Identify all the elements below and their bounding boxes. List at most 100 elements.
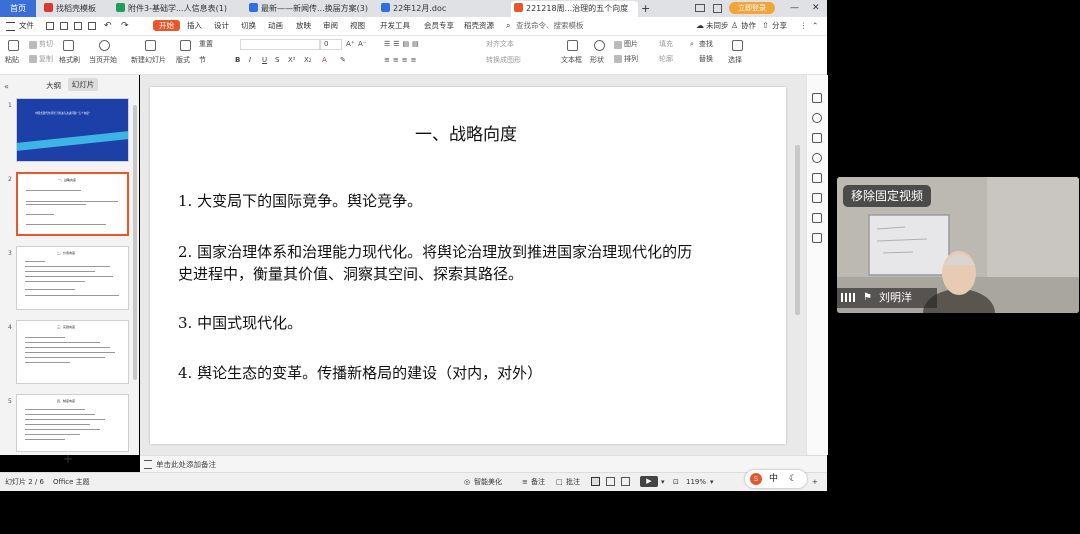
moon-icon[interactable]: ☾ [789,470,797,488]
slide-title[interactable]: 一、战略向度 [415,120,517,145]
ime-mode[interactable]: 中 [769,470,778,488]
thumbnail-scrollbar[interactable] [133,105,137,380]
canvas-scrollbar[interactable] [795,145,800,315]
hamburger-icon[interactable] [6,22,15,31]
new-slide-button[interactable]: 新建幻灯片 [131,56,166,65]
play-from-current-icon[interactable] [99,40,110,51]
new-slide-icon[interactable] [145,40,156,51]
more-icon[interactable]: ⋮ [800,17,808,35]
outline-button[interactable]: 轮廓 [659,55,673,64]
tab-word-dec[interactable]: 22年12月.doc [381,1,505,17]
layout-icon[interactable] [180,40,191,51]
notes-input[interactable]: 单击此处添加备注 [156,456,216,473]
sync-status[interactable]: 未同步 [706,17,729,35]
slide-page[interactable]: 一、战略向度 1. 大变局下的国际竞争。舆论竞争。 2. 国家治理体系和治理能力… [150,87,786,444]
open-folder-icon[interactable] [46,22,54,30]
collapse-panel-icon[interactable]: « [4,82,9,91]
format-painter-button[interactable]: 格式刷 [59,56,80,65]
menu-start[interactable]: 开始 [153,20,180,31]
home-tab[interactable]: 首页 [0,0,36,17]
login-button[interactable]: 立即登录 [729,2,775,14]
pin-icon[interactable]: ⚑ [863,288,872,308]
notes-toggle-button[interactable]: 备注 [531,473,545,491]
shape-button[interactable]: 形状 [590,56,604,65]
close-window-button[interactable]: ✕ [812,0,820,17]
shape-icon[interactable] [594,40,605,51]
menu-view[interactable]: 视图 [350,17,365,35]
print-icon[interactable] [74,22,82,30]
menu-insert[interactable]: 插入 [187,17,202,35]
new-tab-button[interactable]: + [641,1,650,17]
strikethrough-icon[interactable]: S [275,56,279,65]
textbox-button[interactable]: 文本框 [561,56,582,65]
add-slide-button[interactable]: + [63,453,73,465]
redo-icon[interactable]: ↷ [121,17,129,35]
tab-docer-templates[interactable]: 找稻壳模板 [44,1,106,17]
list-icons[interactable]: ☰☰▤▤ [384,40,422,49]
slide-thumbnail-5[interactable]: 四、制度向度 [16,394,129,452]
play-dropdown-icon[interactable]: ▾ [661,473,665,491]
grid-icon[interactable] [713,4,722,13]
slide-thumbnail-1[interactable]: 中国式现代化背景下推进与改进问题 "五个向度" [16,98,129,162]
minimize-button[interactable]: — [790,0,799,17]
textbox-icon[interactable] [567,40,578,51]
underline-icon[interactable]: U [262,56,267,65]
ai-icon[interactable] [812,193,822,203]
document-icon[interactable] [812,173,822,183]
font-name-dropdown[interactable] [240,39,320,50]
arrange-button[interactable]: 排列 [624,55,638,64]
menu-docer-resources[interactable]: 稻壳资源 [464,17,494,35]
select-icon[interactable] [732,40,743,51]
slide-thumbnail-2[interactable]: 一、战略向度 [16,172,129,236]
replace-button[interactable]: 替换 [699,55,713,64]
slide-point-4[interactable]: 4. 舆论生态的变革。传播新格局的建设（对内，对外） [178,362,542,383]
menu-design[interactable]: 设计 [214,17,229,35]
reading-view-icon[interactable] [621,477,630,486]
menu-member[interactable]: 会员专享 [424,17,454,35]
zoom-in-icon[interactable]: + [812,473,818,491]
reset-button[interactable]: 重置 [199,40,213,49]
font-color-icon[interactable]: A [322,56,327,65]
properties-icon[interactable] [812,93,822,103]
italic-icon[interactable]: I [249,56,251,65]
tab-current-presentation[interactable]: 221218周...治理的五个向度 [511,1,638,17]
convert-smartart-button[interactable]: 转换成图形 [486,56,521,65]
zoom-level[interactable]: 119% [686,473,706,491]
tab-excel-attachment[interactable]: 附件3-基础学...人信息表(1) [116,1,240,17]
menu-developer[interactable]: 开发工具 [380,17,410,35]
help-icon[interactable] [812,153,822,163]
find-button[interactable]: 查找 [699,40,713,49]
sorter-view-icon[interactable] [606,477,615,486]
comment-button[interactable]: 批注 [566,473,580,491]
slide-point-1[interactable]: 1. 大变局下的国际竞争。舆论竞争。 [178,190,422,211]
fit-icon[interactable]: ⊡ [673,473,679,491]
theme-name[interactable]: Office 主题 [53,473,90,491]
text-direction-button[interactable]: 对齐文本 [486,40,514,49]
from-current-button[interactable]: 当页开始 [89,56,117,65]
video-overlay[interactable]: 移除固定视频 ⚑ 刘明洋 [837,177,1079,313]
animation-icon[interactable] [812,113,822,123]
cut-button[interactable]: 剪切 [39,40,53,49]
font-size-input[interactable]: 0 [320,39,342,50]
ime-toolbar[interactable]: S 中 ☾ [745,470,807,488]
menu-file[interactable]: 文件 [19,17,34,35]
superscript-icon[interactable]: X² [288,56,296,65]
tab-word-plan[interactable]: 最新——新闻传...换届方案(3) [249,1,373,17]
save-icon[interactable] [60,22,68,30]
play-icon[interactable]: ▶ [640,476,658,487]
menu-slideshow[interactable]: 放映 [296,17,311,35]
subscript-icon[interactable]: X₂ [304,56,312,65]
collapse-icon[interactable]: ⌃ [812,17,818,35]
preview-icon[interactable] [88,22,96,30]
fill-button[interactable]: 填充 [659,40,673,49]
zoom-dropdown-icon[interactable]: ▾ [710,473,714,491]
copy-button[interactable]: 复制 [39,55,53,64]
slide-point-3[interactable]: 3. 中国式现代化。 [178,312,302,333]
slide-thumbnail-4[interactable]: 三、实践向度 [16,320,129,384]
slide-point-2-line-1[interactable]: 2. 国家治理体系和治理能力现代化。将舆论治理放到推进国家治理现代化的历 [178,241,692,262]
slide-point-2-line-2[interactable]: 史进程中，衡量其价值、洞察其空间、探索其路径。 [178,263,523,284]
format-painter-icon[interactable] [63,40,74,51]
read-icon[interactable] [812,233,822,243]
normal-view-icon[interactable] [591,477,600,486]
menu-animation[interactable]: 动画 [268,17,283,35]
